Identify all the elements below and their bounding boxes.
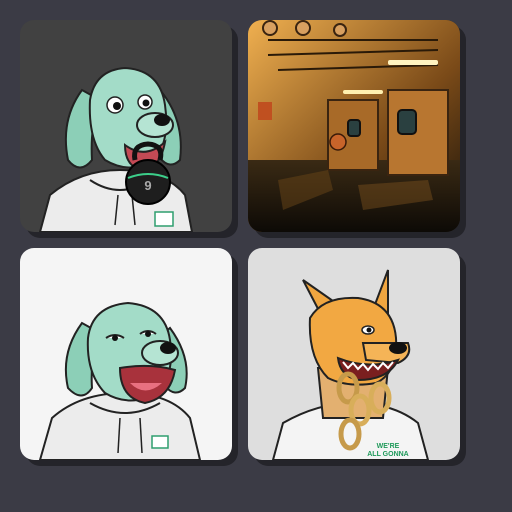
shirt-text-line2: ALL GONNA bbox=[367, 451, 408, 458]
nft-card-3[interactable] bbox=[20, 248, 232, 460]
orange-dog-chain-image: WE'RE ALL GONNA bbox=[271, 269, 430, 460]
nft-card-1[interactable]: 9 bbox=[20, 20, 232, 232]
shirt-text-line1: WE'RE bbox=[377, 443, 400, 450]
mint-dog-kettlebell-image: 9 bbox=[38, 66, 194, 232]
nft-gallery-grid: 9 WE'RE ALL GONNA bbox=[0, 0, 512, 512]
nft-card-4[interactable]: WE'RE ALL GONNA bbox=[248, 248, 460, 460]
nft-card-2[interactable] bbox=[248, 20, 460, 232]
mint-dog-sneering-image bbox=[38, 301, 202, 460]
subway-interior-image bbox=[248, 20, 460, 232]
kettlebell-number: 9 bbox=[144, 178, 151, 193]
